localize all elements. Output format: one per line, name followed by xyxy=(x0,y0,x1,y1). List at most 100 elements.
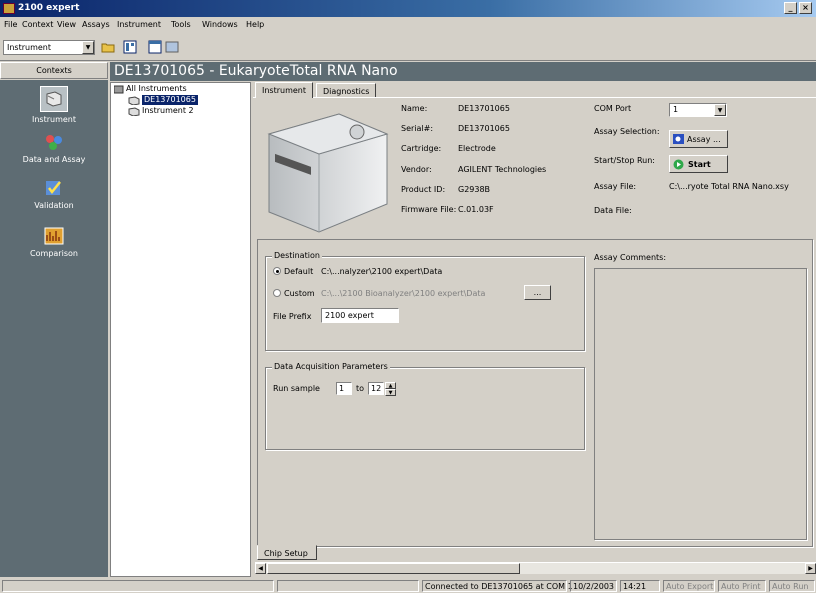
horizontal-scrollbar[interactable]: ◀ ▶ xyxy=(255,562,816,574)
name-value: DE13701065 xyxy=(458,104,510,113)
tree-item-de13701065[interactable]: DE13701065 xyxy=(142,95,198,105)
validation-icon xyxy=(43,178,65,198)
custom-label: Custom xyxy=(284,289,315,298)
context-comparison-label: Comparison xyxy=(30,249,78,258)
contexts-pane: Instrument Data and Assay Validation Com… xyxy=(0,80,108,577)
instrument-icon xyxy=(40,86,68,112)
menu-instrument[interactable]: Instrument xyxy=(117,20,161,29)
scroll-thumb[interactable] xyxy=(267,563,520,574)
window-icon xyxy=(148,40,162,54)
panel-view-button[interactable] xyxy=(163,38,181,56)
radio-selected xyxy=(273,267,281,275)
chevron-down-icon[interactable]: ▼ xyxy=(82,41,94,54)
menu-view[interactable]: View xyxy=(57,20,76,29)
instruments-icon xyxy=(114,85,124,94)
data-file-label: Data File: xyxy=(594,206,632,215)
status-date: 10/2/2003 xyxy=(570,580,617,592)
status-time: 14:21 xyxy=(620,580,660,592)
tab-diagnostics[interactable]: Diagnostics xyxy=(316,83,377,98)
document-title: DE13701065 - EukaryoteTotal RNA Nano xyxy=(110,62,816,81)
assay-file-label: Assay File: xyxy=(594,182,637,191)
minimize-button[interactable]: _ xyxy=(784,2,797,14)
cartridge-label: Cartridge: xyxy=(401,144,442,153)
menu-help[interactable]: Help xyxy=(246,20,264,29)
grid-icon xyxy=(123,40,137,54)
tab-divider xyxy=(253,97,816,98)
chevron-down-icon[interactable]: ▼ xyxy=(714,104,726,116)
instrument-icon xyxy=(128,96,140,105)
spin-up-button[interactable]: ▲ xyxy=(385,382,396,389)
context-instrument[interactable]: Instrument xyxy=(0,86,108,124)
cartridge-value: Electrode xyxy=(458,144,496,153)
open-folder-button[interactable] xyxy=(99,38,117,56)
status-connection: Connected to DE13701065 at COM 1 xyxy=(422,580,573,592)
default-radio[interactable]: Default xyxy=(273,267,313,276)
vendor-label: Vendor: xyxy=(401,165,432,174)
tree-item-instrument-2[interactable]: Instrument 2 xyxy=(142,106,194,116)
custom-radio[interactable]: Custom xyxy=(273,289,315,298)
start-stop-label: Start/Stop Run: xyxy=(594,156,656,165)
run-from-input[interactable]: 1 xyxy=(336,382,352,395)
scroll-right-button[interactable]: ▶ xyxy=(805,563,816,574)
spin-down-button[interactable]: ▼ xyxy=(385,389,396,396)
title-bar: 2100 expert _ × xyxy=(0,0,816,17)
status-bar: Connected to DE13701065 at COM 1 10/2/20… xyxy=(0,579,816,593)
file-prefix-input[interactable]: 2100 expert xyxy=(321,308,399,323)
com-port-label: COM Port xyxy=(594,104,632,113)
browse-button[interactable]: ... xyxy=(524,285,551,300)
context-data-assay-label: Data and Assay xyxy=(22,155,86,164)
instrument-panel: Instrument Diagnostics Name: DE13701065 … xyxy=(253,82,816,577)
file-prefix-label: File Prefix xyxy=(273,312,312,321)
play-icon xyxy=(673,159,684,169)
instrument-icon xyxy=(128,107,140,116)
context-combo[interactable]: Instrument ▼ xyxy=(3,40,95,55)
instrument-image xyxy=(267,113,389,233)
serial-value: DE13701065 xyxy=(458,124,510,133)
instrument-view-button[interactable] xyxy=(121,38,139,56)
to-label: to xyxy=(356,384,365,393)
context-data-and-assay[interactable]: Data and Assay xyxy=(0,132,108,164)
window-view-button[interactable] xyxy=(146,38,164,56)
com-port-value: 1 xyxy=(673,105,679,114)
radio-unselected xyxy=(273,289,281,297)
menu-windows[interactable]: Windows xyxy=(202,20,238,29)
context-validation[interactable]: Validation xyxy=(0,178,108,210)
menu-tools[interactable]: Tools xyxy=(171,20,191,29)
menu-context[interactable]: Context xyxy=(22,20,53,29)
serial-label: Serial#: xyxy=(401,124,434,133)
firmware-value: C.01.03F xyxy=(458,205,494,214)
context-validation-label: Validation xyxy=(34,201,74,210)
run-to-input[interactable]: 12 xyxy=(368,382,384,395)
start-button[interactable]: Start xyxy=(669,155,728,173)
assay-comments-box[interactable] xyxy=(594,268,807,540)
default-label: Default xyxy=(284,267,314,276)
folder-icon xyxy=(101,43,115,53)
tab-chip-setup[interactable]: Chip Setup xyxy=(257,545,317,560)
assay-selection-label: Assay Selection: xyxy=(594,127,660,136)
menu-file[interactable]: File xyxy=(4,20,17,29)
context-combo-value: Instrument xyxy=(7,43,52,52)
run-sample-label: Run sample xyxy=(273,384,320,393)
close-button[interactable]: × xyxy=(799,2,812,14)
menu-bar: File Context View Assays Instrument Tool… xyxy=(0,17,816,33)
contexts-header: Contexts xyxy=(0,62,108,79)
product-value: G2938B xyxy=(458,185,491,194)
status-pane-blank xyxy=(277,580,419,592)
acquisition-title: Data Acquisition Parameters xyxy=(272,362,390,371)
assay-comments-label: Assay Comments: xyxy=(594,253,667,262)
tab-instrument[interactable]: Instrument xyxy=(255,82,314,98)
vendor-value: AGILENT Technologies xyxy=(458,165,547,174)
assay-button-label: Assay ... xyxy=(687,134,721,144)
assay-button[interactable]: Assay ... xyxy=(669,130,728,148)
com-port-select[interactable]: 1 ▼ xyxy=(669,103,727,117)
scroll-left-button[interactable]: ◀ xyxy=(255,563,266,574)
tree-root[interactable]: All Instruments xyxy=(126,84,187,94)
context-comparison[interactable]: Comparison xyxy=(0,226,108,258)
toolbar: Instrument ▼ xyxy=(0,33,816,61)
menu-assays[interactable]: Assays xyxy=(82,20,110,29)
acquisition-group: Data Acquisition Parameters Run sample 1… xyxy=(265,362,585,450)
instrument-tree: All Instruments DE13701065 Instrument 2 xyxy=(110,82,251,577)
panel-icon xyxy=(165,41,179,53)
app-icon xyxy=(3,3,15,14)
status-auto-print: Auto Print xyxy=(718,580,766,592)
